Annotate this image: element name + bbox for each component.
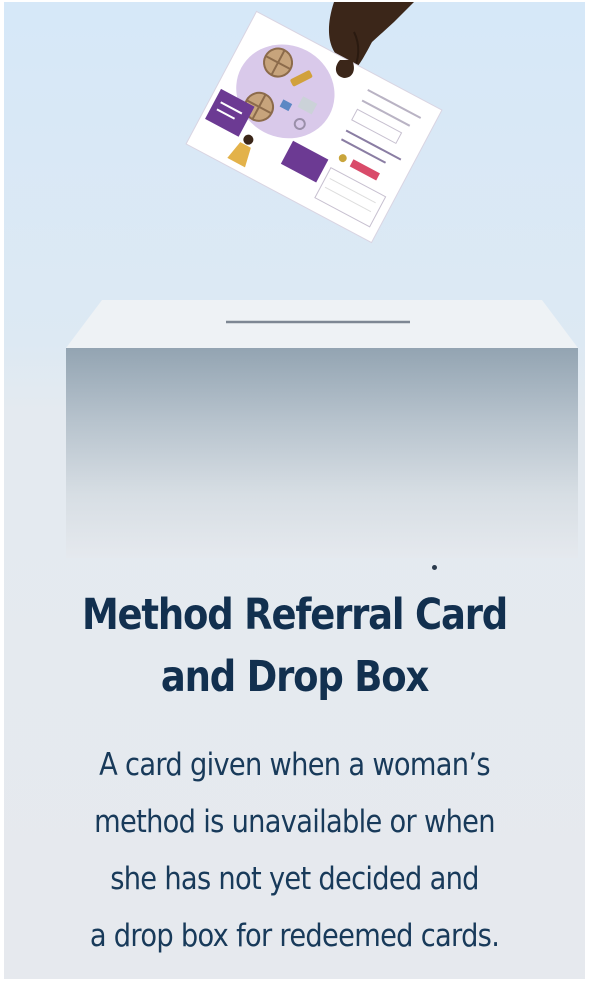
hand-with-referral-card-illustration [185,2,443,244]
drop-box-lid [66,300,578,348]
drop-box-icon [66,348,578,558]
title-line-2: and Drop Box [160,652,430,702]
description-line-1: A card given when a woman’s [99,747,490,783]
title-line-1: Method Referral Card [81,590,508,640]
description-line-2: method is unavailable or when [94,804,495,840]
description: A card given when a woman’s method is un… [39,737,550,965]
description-line-3: she has not yet decided and [110,861,479,897]
page-title: Method Referral Card and Drop Box [45,584,545,708]
referral-card-icon [185,10,443,244]
dot-mark [432,565,437,570]
slide: Method Referral Card and Drop Box A card… [4,2,585,979]
description-line-4: a drop box for redeemed cards. [89,918,500,954]
